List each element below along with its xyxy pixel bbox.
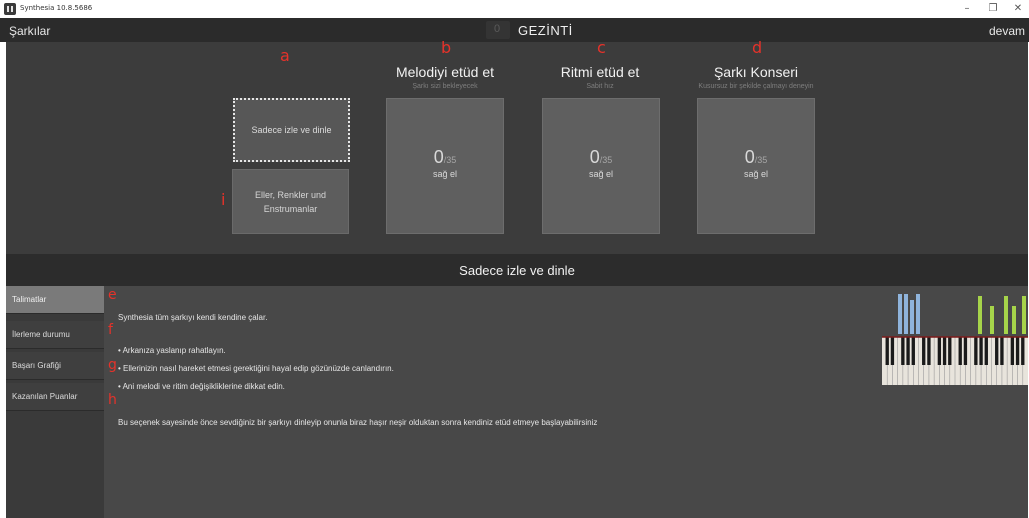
piano-keyboard-illustration	[882, 294, 1028, 385]
sidebar-item-earned-points[interactable]: Kazanılan Puanlar	[6, 383, 104, 411]
black-key	[942, 337, 947, 365]
concert-score: 0/35	[744, 147, 768, 167]
sidebar-item-progress[interactable]: İlerleme durumu	[6, 321, 104, 349]
sidebar-item-success-chart[interactable]: Başarı Grafiği	[6, 352, 104, 380]
instructions-footer: Bu seçenek sayesinde önce sevdiğiniz bir…	[118, 418, 598, 427]
annotation-i: i	[221, 190, 226, 209]
rhythm-score: 0/35	[589, 147, 613, 167]
rhythm-mode-title: Ritmi etüd et	[560, 64, 640, 80]
concert-hand-label: sağ el	[743, 169, 769, 179]
minimize-button[interactable]: –	[956, 0, 978, 18]
annotation-b: b	[441, 38, 452, 57]
top-navigation-bar: Şarkılar 0 GEZİNTİ devam	[0, 18, 1029, 42]
black-key	[922, 337, 926, 365]
rhythm-mode-card[interactable]: 0/35 sağ el	[542, 98, 660, 234]
black-key	[963, 337, 968, 365]
watch-and-listen-label: Sadece izle ve dinle	[251, 125, 332, 135]
concert-mode-card[interactable]: 0/35 sağ el	[697, 98, 815, 234]
annotation-c: c	[597, 38, 606, 57]
window-titlebar: Synthesia 10.8.5686 – ❐ ✕	[0, 0, 1029, 18]
window-title: Synthesia 10.8.5686	[20, 4, 93, 12]
section-header: Sadece izle ve dinle	[6, 254, 1028, 286]
close-button[interactable]: ✕	[1007, 0, 1029, 18]
black-key	[885, 337, 889, 365]
continue-button[interactable]: devam	[989, 24, 1025, 38]
melody-hand-label: sağ el	[432, 169, 458, 179]
black-key	[948, 337, 952, 365]
sidebar: Talimatlar İlerleme durumu Başarı Grafiğ…	[6, 286, 104, 518]
synthesia-app-icon	[4, 3, 16, 15]
falling-notes	[898, 294, 1026, 334]
black-key	[1000, 337, 1004, 365]
black-key	[927, 337, 931, 365]
black-key	[937, 337, 942, 365]
melody-mode-title: Melodiyi etüd et	[395, 64, 495, 80]
songs-back-button[interactable]: Şarkılar	[9, 24, 50, 38]
black-key	[890, 337, 895, 365]
annotation-g: g	[108, 357, 117, 373]
annotation-f: f	[108, 322, 113, 338]
instruction-bullet: • Ani melodi ve ritim değişikliklerine d…	[118, 382, 285, 391]
concert-mode-title: Şarkı Konseri	[713, 64, 799, 80]
black-key	[979, 337, 983, 365]
melody-mode-card[interactable]: 0/35 sağ el	[386, 98, 504, 234]
section-title: Sadece izle ve dinle	[459, 263, 575, 278]
melody-mode-subtitle: Şarkı sizi bekleyecek	[412, 83, 478, 90]
annotation-a: a	[280, 46, 290, 65]
mode-number: 0	[494, 23, 501, 35]
black-key	[984, 337, 988, 365]
black-key	[911, 337, 915, 365]
annotation-d: d	[752, 38, 763, 57]
instruction-bullet: • Ellerinizin nasıl hareket etmesi gerek…	[118, 364, 394, 373]
hands-label-line-1: Eller, Renkler und	[254, 189, 327, 200]
instructions-intro: Synthesia tüm şarkıyı kendi kendine çala…	[118, 313, 268, 322]
instruction-bullet: • Arkanıza yaslanıp rahatlayın.	[118, 346, 226, 355]
rhythm-hand-label: sağ el	[588, 169, 614, 179]
black-key	[1021, 337, 1025, 365]
annotation-e: e	[108, 287, 117, 303]
hands-label-line-2: Enstrumanlar	[263, 203, 318, 214]
hands-colors-instruments-button[interactable]: Eller, Renkler und Enstrumanlar	[232, 169, 349, 234]
concert-mode-subtitle: Kusursuz bir şekilde çalmayı deneyin	[698, 83, 814, 90]
black-key	[995, 337, 999, 365]
black-key	[1010, 337, 1015, 365]
melody-score: 0/35	[433, 147, 457, 167]
page-title: GEZİNTİ	[518, 23, 573, 38]
black-key	[1015, 337, 1020, 365]
watch-and-listen-button[interactable]: Sadece izle ve dinle	[233, 98, 350, 162]
black-key	[958, 337, 962, 365]
rhythm-mode-subtitle: Sabit hız	[586, 83, 614, 90]
black-key	[901, 337, 905, 365]
hands-colors-instruments-label: Eller, Renkler und Enstrumanlar	[255, 188, 326, 216]
black-key	[906, 337, 910, 365]
mode-selection-panel	[6, 42, 1028, 254]
maximize-button[interactable]: ❐	[982, 0, 1004, 18]
sidebar-item-instructions[interactable]: Talimatlar	[6, 286, 104, 314]
black-key	[974, 337, 978, 365]
annotation-h: h	[108, 392, 117, 408]
